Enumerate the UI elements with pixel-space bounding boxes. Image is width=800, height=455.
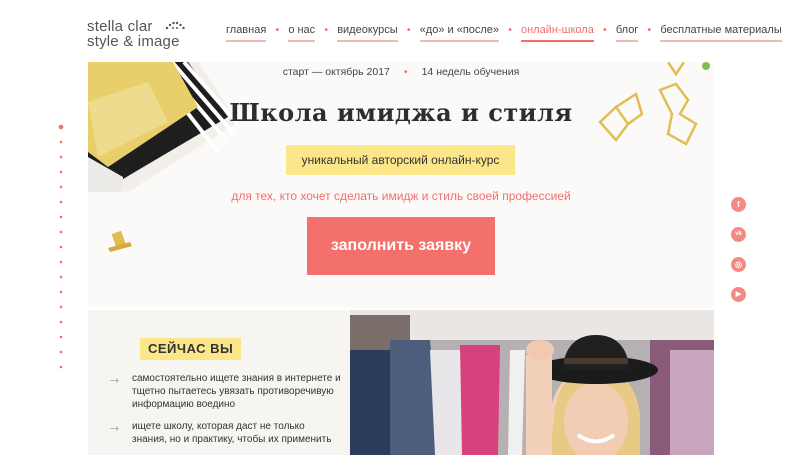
- logo-line-2: style & image: [87, 33, 180, 50]
- main-nav: главная • о нас • видеокурсы • «до» и «п…: [226, 24, 782, 44]
- apply-button[interactable]: заполнить заявку: [307, 217, 495, 275]
- arrow-right-icon: →: [110, 422, 120, 435]
- course-duration: 14 недель обучения: [421, 66, 520, 78]
- nav-separator: •: [274, 25, 281, 36]
- nav-item-home[interactable]: главная: [226, 24, 267, 42]
- vk-icon[interactable]: vk: [731, 227, 746, 242]
- course-meta: старт — октябрь 2017 • 14 недель обучения: [88, 66, 714, 78]
- list-item-text: ищете школу, которая даст не только знан…: [132, 421, 332, 445]
- site-header: stella clar style & image главная • о на…: [0, 0, 800, 62]
- nav-separator: •: [507, 25, 513, 36]
- pushpin-decoration: [108, 230, 132, 252]
- nav-item-blog[interactable]: блог: [615, 24, 639, 42]
- arrow-right-icon: →: [110, 374, 120, 387]
- scroll-dots-indicator[interactable]: [58, 124, 64, 384]
- nav-separator: •: [405, 25, 412, 36]
- hero-subtitle: для тех, кто хочет сделать имидж и стиль…: [231, 189, 571, 203]
- nav-separator: •: [601, 25, 608, 36]
- nav-item-before-after[interactable]: «до» и «после»: [419, 24, 500, 42]
- pain-points-section: СЕЙЧАС ВЫ → самостоятельно ищете знания …: [88, 310, 350, 455]
- nav-item-video-courses[interactable]: видеокурсы: [337, 24, 398, 42]
- course-badge: уникальный авторский онлайн-курс: [286, 145, 515, 175]
- list-item: → самостоятельно ищете знания в интернет…: [110, 372, 341, 412]
- section-title: СЕЙЧАС ВЫ: [140, 338, 242, 360]
- photo-illustration: [350, 310, 714, 455]
- meta-separator: •: [403, 66, 408, 78]
- logo-dots-icon: [165, 21, 185, 30]
- list-item: → ищете школу, которая даст не только зн…: [110, 420, 340, 450]
- nav-separator: •: [323, 25, 330, 36]
- woman-with-hat-photo: [350, 310, 714, 455]
- notebook-decoration: [88, 62, 238, 192]
- nav-item-about[interactable]: о нас: [288, 24, 316, 42]
- hero-section: старт — октябрь 2017 • 14 недель обучения …: [88, 62, 714, 307]
- facebook-icon[interactable]: f: [731, 197, 746, 212]
- course-start: старт — октябрь 2017: [282, 66, 390, 78]
- youtube-icon[interactable]: ▶: [731, 287, 746, 302]
- nav-separator: •: [646, 25, 653, 36]
- social-links: f vk ◎ ▶: [731, 197, 747, 317]
- instagram-icon[interactable]: ◎: [731, 257, 746, 272]
- list-item-text: самостоятельно ищете знания в интернете …: [132, 373, 341, 410]
- page-title: Школа имиджа и стиля: [229, 98, 573, 127]
- nav-item-online-school[interactable]: онлайн-школа: [521, 24, 594, 42]
- nav-item-free-materials[interactable]: бесплатные материалы: [660, 24, 782, 42]
